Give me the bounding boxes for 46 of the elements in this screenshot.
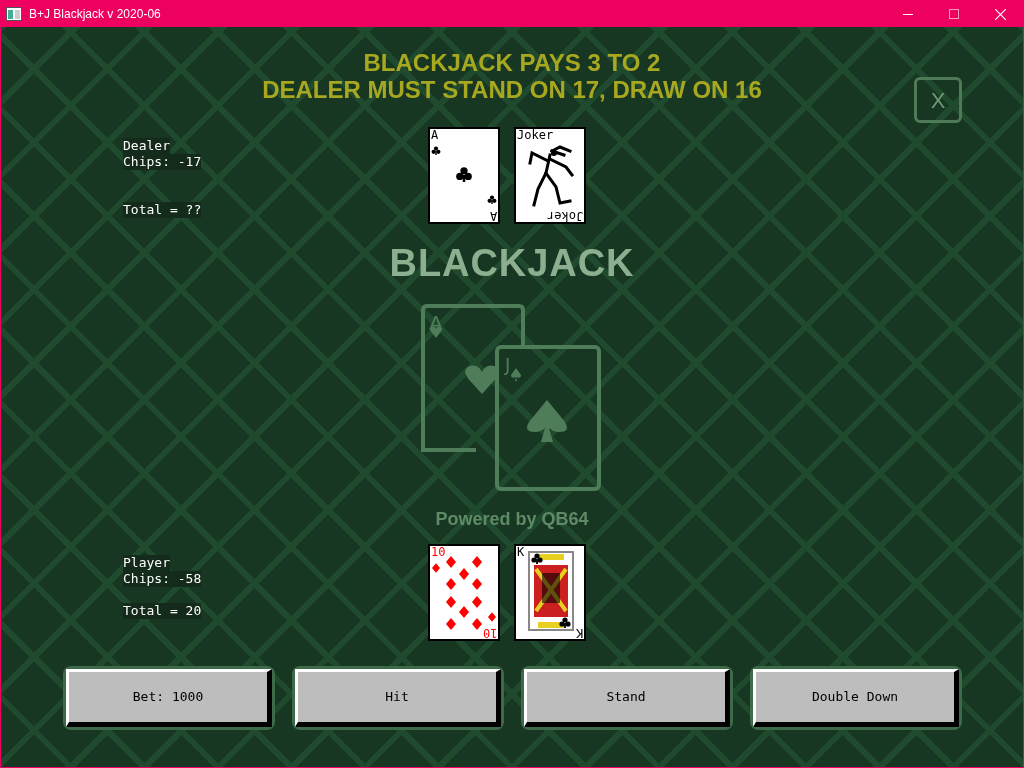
jester-drawing	[526, 145, 576, 209]
maximize-icon	[949, 9, 959, 19]
close-icon	[994, 8, 1006, 20]
card-rank: Joker	[546, 209, 583, 223]
diamond-icon	[432, 563, 440, 573]
action-button[interactable]: Hit	[295, 669, 501, 727]
diamond-icon	[459, 606, 469, 618]
game-title: BLACKJACK	[389, 241, 635, 285]
club-icon	[559, 617, 571, 628]
diamond-icon	[488, 612, 496, 622]
app-icon	[6, 7, 22, 21]
diamond-icon	[446, 596, 456, 608]
club-icon	[487, 195, 497, 204]
diamond-icon	[459, 568, 469, 580]
hand-name: Player	[123, 555, 170, 571]
card-rank: K	[517, 545, 525, 559]
window-title: B+J Blackjack v 2020-06	[29, 6, 161, 23]
action-button[interactable]: Stand	[524, 669, 730, 727]
card-rank: A	[431, 128, 439, 142]
chips-count: Chips: -58	[123, 571, 202, 587]
card-rank: 10	[431, 545, 446, 559]
action-button[interactable]: Bet: 1000	[66, 669, 272, 727]
exit-button[interactable]: X	[914, 77, 962, 123]
diamond-icon	[446, 578, 456, 590]
diamond-icon	[472, 618, 482, 630]
club-icon	[531, 553, 543, 564]
minimize-icon	[903, 13, 913, 15]
card-rank: 10	[482, 626, 497, 640]
hand-total: Total = ??	[123, 202, 202, 218]
club-icon	[456, 167, 472, 182]
hand-name: Dealer	[123, 138, 170, 154]
diamond-icon	[472, 596, 482, 608]
powered-by-text: Powered by QB64	[435, 508, 589, 530]
diamond-icon	[472, 556, 482, 568]
club-icon	[431, 146, 441, 155]
diamond-icon	[446, 618, 456, 630]
rules-headline: DEALER MUST STAND ON 17, DRAW ON 16	[262, 76, 762, 103]
diamond-icon	[472, 578, 482, 590]
card-rank: K	[575, 626, 583, 640]
rules-headline: BLACKJACK PAYS 3 TO 2	[363, 49, 661, 76]
card-rank: A	[489, 209, 497, 223]
diamond-icon	[446, 556, 456, 568]
card-rank: Joker	[517, 128, 554, 142]
hand-total: Total = 20	[123, 603, 202, 619]
action-button[interactable]: Double Down	[753, 669, 959, 727]
chips-count: Chips: -17	[123, 154, 202, 170]
